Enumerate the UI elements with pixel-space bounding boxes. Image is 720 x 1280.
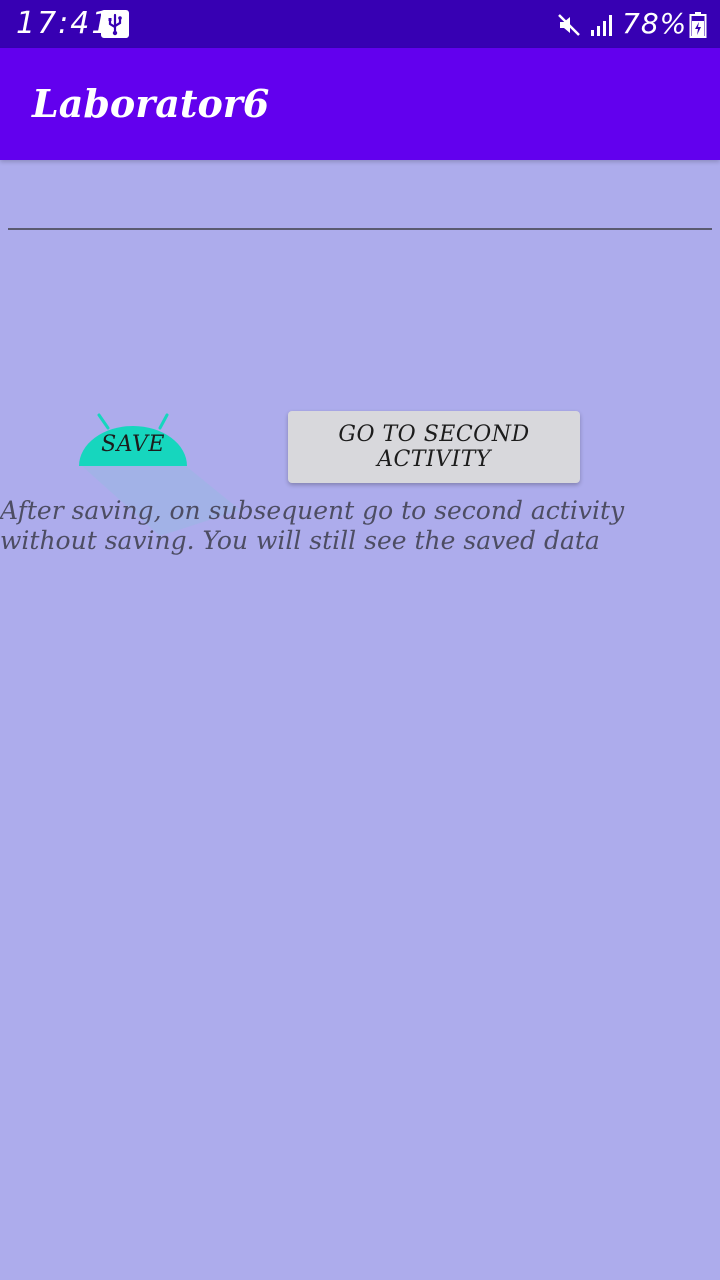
go-to-second-activity-button[interactable]: GO TO SECOND ACTIVITY [288,411,580,483]
info-text: After saving, on subsequent go to second… [0,496,625,555]
mute-icon [556,12,582,38]
status-bar: 17:41 78% [0,0,720,48]
battery-charging-icon [689,12,707,38]
data-input-field[interactable] [8,186,712,230]
app-bar: Laborator6 [0,48,720,160]
signal-icon [589,12,615,38]
save-label: SAVE [101,432,165,457]
usb-icon [101,10,129,38]
status-time: 17:41 [16,6,113,41]
app-title: Laborator6 [32,81,270,126]
battery-percent: 78% [622,7,688,40]
